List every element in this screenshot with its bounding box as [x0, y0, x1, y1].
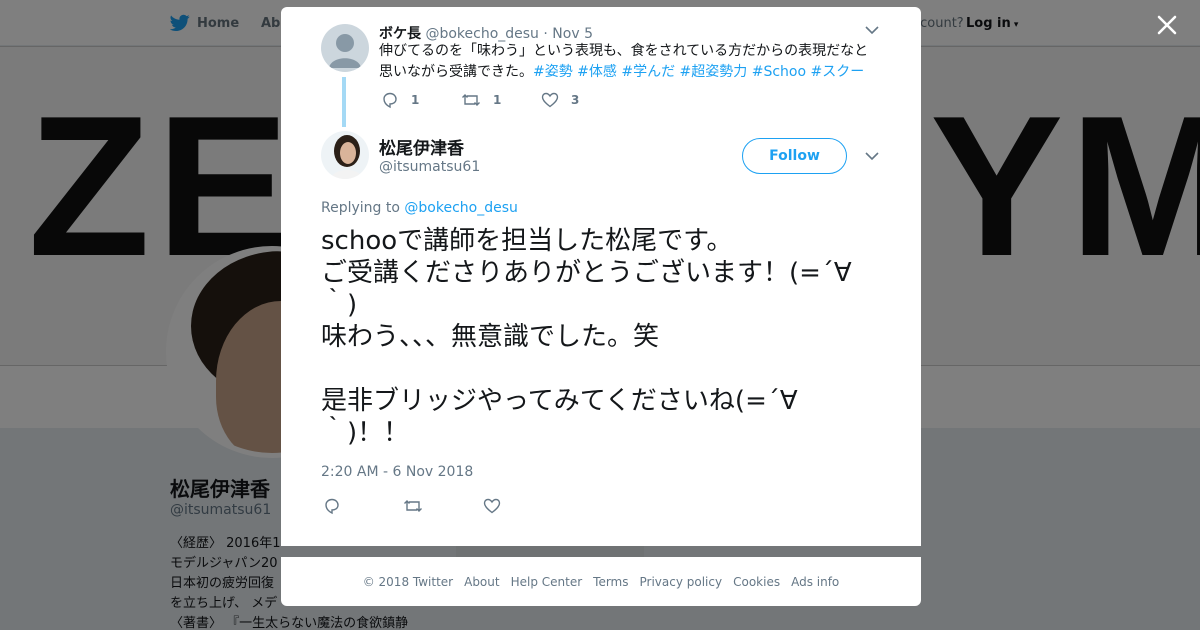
parent-author-handle[interactable]: @bokecho_desu: [425, 26, 538, 42]
reply-icon: [383, 92, 397, 109]
author-handle[interactable]: @itsumatsu61: [379, 159, 480, 175]
parent-author-name[interactable]: ボケ長: [379, 26, 421, 42]
chevron-down-icon[interactable]: [865, 151, 879, 161]
reply-count: 1: [411, 93, 420, 107]
retweet-count: 1: [493, 93, 502, 107]
like-action[interactable]: 3: [541, 91, 579, 109]
replying-to-handle[interactable]: @bokecho_desu: [404, 200, 517, 216]
parent-avatar-default[interactable]: [321, 24, 369, 72]
thread-line: [342, 77, 346, 127]
close-icon[interactable]: [1152, 10, 1182, 40]
footer-link-terms[interactable]: Terms: [593, 575, 628, 589]
footer-link-privacy[interactable]: Privacy policy: [640, 575, 723, 589]
replying-to: Replying to @bokecho_desu: [321, 200, 518, 216]
like-button[interactable]: [483, 497, 513, 515]
parent-tweet-header: ボケ長 @bokecho_desu · Nov 5: [379, 23, 593, 43]
tweet-text: schooで講師を担当した松尾です。 ご受講くださりありがとうございます！(=´…: [321, 226, 852, 448]
retweet-action[interactable]: 1: [461, 91, 501, 109]
parent-hashtags[interactable]: #姿勢 #体感 #学んだ #超姿勢力 #Schoo #スクー: [533, 64, 864, 80]
default-avatar-icon: [329, 34, 361, 68]
author-name[interactable]: 松尾伊津香: [379, 134, 464, 159]
tweet-timestamp[interactable]: 2:20 AM - 6 Nov 2018: [321, 464, 473, 480]
replying-prefix: Replying to: [321, 200, 400, 216]
footer-link-ads-info[interactable]: Ads info: [791, 575, 839, 589]
reply-button[interactable]: [323, 497, 353, 515]
heart-icon: [483, 498, 501, 514]
footer-link-help-center[interactable]: Help Center: [511, 575, 583, 589]
retweet-icon: [404, 500, 422, 512]
follow-button[interactable]: Follow: [742, 138, 847, 174]
parent-tweet-date[interactable]: · Nov 5: [543, 26, 593, 42]
modal-footer: © 2018 Twitter About Help Center Terms P…: [281, 557, 921, 606]
author-avatar[interactable]: [321, 131, 369, 179]
reply-action[interactable]: 1: [381, 91, 419, 109]
footer-copyright: © 2018 Twitter: [362, 574, 454, 589]
retweet-icon: [462, 94, 480, 106]
author-photo: [331, 135, 363, 179]
reply-icon: [325, 498, 339, 515]
tweet-modal: ボケ長 @bokecho_desu · Nov 5 伸びてるのを「味わう」という…: [281, 7, 921, 546]
heart-icon: [541, 92, 559, 108]
retweet-button[interactable]: [403, 497, 435, 515]
parent-tweet-text: 伸びてるのを「味わう」という表現も、食をされている方だからの表現だなと思いながら…: [379, 41, 879, 83]
like-count: 3: [571, 93, 580, 107]
footer-link-cookies[interactable]: Cookies: [733, 575, 780, 589]
chevron-down-icon[interactable]: [865, 25, 879, 35]
footer-link-about[interactable]: About: [464, 575, 499, 589]
